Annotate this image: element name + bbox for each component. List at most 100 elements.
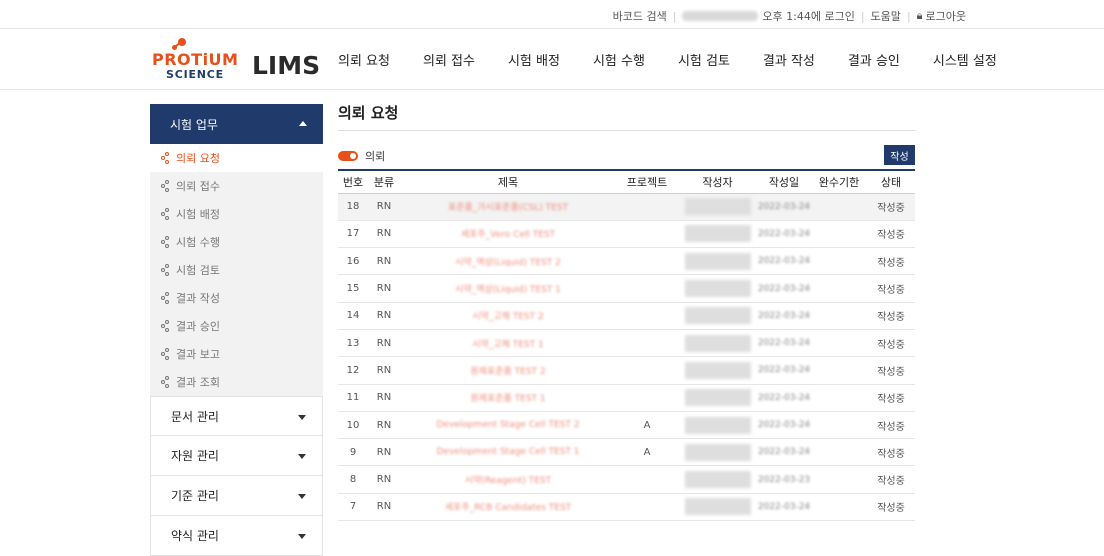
table-row[interactable]: 10 RN Development Stage Cell TEST 2 A 2022-0…: [338, 411, 915, 439]
nav-system-settings[interactable]: 시스템 설정: [933, 50, 997, 69]
request-toggle[interactable]: [338, 151, 358, 161]
cell-project: [616, 493, 678, 520]
chevron-down-icon: [298, 415, 306, 420]
nav-review[interactable]: 시험 검토: [678, 50, 730, 69]
sidebar-item[interactable]: 시험 검토: [150, 256, 323, 284]
col-no-header: 번호: [342, 175, 364, 189]
nav-receipt[interactable]: 의뢰 접수: [423, 50, 475, 69]
cell-title[interactable]: 시약_액상(Liquid) TEST 1: [400, 275, 616, 302]
cell-author: [678, 384, 757, 411]
sidebar-item[interactable]: 결과 작성: [150, 284, 323, 312]
sidebar-item-label: 결과 보고: [176, 348, 220, 361]
cell-title[interactable]: Development Stage Cell TEST 2: [400, 411, 616, 438]
cell-title[interactable]: 시약_고체 TEST 1: [400, 329, 616, 356]
table-row[interactable]: 17 RN 세포주_Vero Cell TEST 2022-03-24 작성중: [338, 220, 915, 248]
sidebar-item[interactable]: 시험 수행: [150, 228, 323, 256]
share-nodes-icon: [161, 376, 171, 388]
sidebar-section[interactable]: 약식 관리: [150, 516, 323, 556]
table-row[interactable]: 9 RN Development Stage Cell TEST 1 A 2022-03…: [338, 439, 915, 466]
logo-product: LIMS: [252, 51, 321, 80]
nav-result-approve[interactable]: 결과 승인: [848, 50, 900, 69]
sidebar-item[interactable]: 결과 승인: [150, 312, 323, 340]
cell-author: [678, 466, 757, 493]
sidebar-section-label: 문서 관리: [171, 409, 219, 424]
help-link[interactable]: 도움말: [871, 8, 901, 24]
barcode-search-link[interactable]: 바코드 검색: [613, 8, 667, 24]
sidebar-item[interactable]: 의뢰 요청: [150, 144, 323, 172]
sidebar-item-label: 의뢰 요청: [176, 152, 220, 165]
sidebar-section[interactable]: 기준 관리: [150, 476, 323, 516]
sidebar: 시험 업무 의뢰 요청의뢰 접수 시험 배정시험 수행시험 검토결과 작성 결과 승…: [150, 104, 323, 556]
toggle-label: 의뢰: [365, 150, 386, 163]
cell-title[interactable]: 원제표준품 TEST 1: [400, 384, 616, 411]
cell-author: [678, 411, 757, 438]
cell-author: [678, 275, 757, 302]
cell-project: [616, 466, 678, 493]
sidebar-item[interactable]: 시험 배정: [150, 200, 323, 228]
cell-title[interactable]: 시약_액상(Liquid) TEST 2: [400, 248, 616, 275]
cell-title[interactable]: 시약_고체 TEST 2: [400, 302, 616, 329]
col-title-header: 제목: [497, 175, 519, 189]
write-button[interactable]: 작성: [884, 145, 915, 165]
sidebar-item-label: 시험 수행: [176, 236, 220, 249]
author-redacted: [684, 334, 751, 352]
cell-title[interactable]: 표준품_가시표준품(CSL) TEST: [400, 193, 616, 220]
cell-title[interactable]: 세포주_Vero Cell TEST: [400, 220, 616, 247]
sidebar-item[interactable]: 결과 보고: [150, 340, 323, 368]
share-nodes-icon: [161, 320, 171, 332]
cell-title[interactable]: 원제표준품 TEST 2: [400, 357, 616, 384]
table-row[interactable]: 13 RN 시약_고체 TEST 1 2022-03-24 작성중: [338, 329, 915, 357]
cell-status: 작성중: [877, 339, 905, 351]
protium-lims-logo[interactable]: PROTiUM SCIENCE LIMS: [152, 38, 321, 82]
cell-status: 작성중: [877, 476, 905, 488]
cell-due: [811, 493, 867, 520]
cell-project: [616, 302, 678, 329]
table-row[interactable]: 11 RN 원제표준품 TEST 1 2022-03-24 작성중: [338, 384, 915, 412]
header: PROTiUM SCIENCE LIMS 의뢰 요청 의뢰 접수 시험 배정 시…: [0, 29, 1104, 90]
sidebar-item[interactable]: 의뢰 접수: [150, 172, 323, 200]
table-row[interactable]: 8 RN 시약(Reagent) TEST 2022-03-23 작성중: [338, 466, 915, 494]
cell-type: RN: [376, 501, 392, 513]
table-row[interactable]: 14 RN 시약_고체 TEST 2 2022-03-24 작성중: [338, 302, 915, 330]
sidebar-item[interactable]: 결과 조회: [150, 368, 323, 396]
request-table: 번호 분류 제목 프로젝트 작성자 작성일 완수기한 상태 18 RN 표준품_가시표준품(CSL…: [338, 169, 915, 521]
cell-author: [678, 439, 757, 466]
nav-assign[interactable]: 시험 배정: [508, 50, 560, 69]
col-project-header: 프로젝트: [626, 175, 668, 189]
cell-type: RN: [376, 337, 392, 349]
cell-title[interactable]: 시약(Reagent) TEST: [400, 466, 616, 493]
cell-due: [811, 220, 867, 247]
cell-project: [616, 275, 678, 302]
table-row[interactable]: 7 RN 세포주_RCB Candidates TEST 2022-03-24 작성중: [338, 493, 915, 521]
chevron-down-icon: [298, 534, 306, 539]
table-row[interactable]: 16 RN 시약_액상(Liquid) TEST 2 2022-03-24 작성중: [338, 248, 915, 275]
nav-request[interactable]: 의뢰 요청: [338, 50, 390, 69]
nav-perform[interactable]: 시험 수행: [593, 50, 645, 69]
sidebar-section[interactable]: 문서 관리: [150, 396, 323, 436]
divider: |: [672, 9, 677, 23]
share-nodes-icon: [161, 348, 171, 360]
table-row[interactable]: 18 RN 표준품_가시표준품(CSL) TEST 2022-03-24 작성중: [338, 193, 915, 221]
nav-result-write[interactable]: 결과 작성: [763, 50, 815, 69]
cell-title[interactable]: 세포주_RCB Candidates TEST: [400, 493, 616, 520]
share-nodes-icon: [161, 236, 171, 248]
cell-no: 9: [349, 446, 357, 458]
author-redacted: [684, 280, 751, 298]
cell-due: [811, 329, 867, 356]
main-content: 의뢰 요청 의뢰 작성 번호 분류 제목 프로젝트 작성자 작성일 완수기한 상태 18 RN 표…: [338, 98, 915, 521]
cell-status: 작성중: [877, 312, 905, 324]
sidebar-group-test-work[interactable]: 시험 업무: [150, 104, 323, 144]
cell-type: RN: [376, 255, 392, 267]
cell-type: RN: [376, 283, 392, 295]
table-row[interactable]: 15 RN 시약_액상(Liquid) TEST 1 2022-03-24 작성중: [338, 275, 915, 303]
cell-author: [678, 493, 757, 520]
table-row[interactable]: 12 RN 원제표준품 TEST 2 2022-03-24 작성중: [338, 357, 915, 385]
logout-link[interactable]: 로그아웃: [926, 8, 966, 24]
cell-title[interactable]: Development Stage Cell TEST 1: [400, 439, 616, 466]
cell-date: 2022-03-24: [757, 256, 811, 267]
utility-bar: 바코드 검색 | 오후 1:44에 로그인 | 도움말 | 🔒︎ 로그아웃: [0, 0, 1104, 29]
cell-author: [678, 193, 757, 220]
cell-project: [616, 193, 678, 220]
sidebar-section[interactable]: 자원 관리: [150, 436, 323, 476]
sidebar-item-label: 시험 검토: [176, 264, 220, 277]
